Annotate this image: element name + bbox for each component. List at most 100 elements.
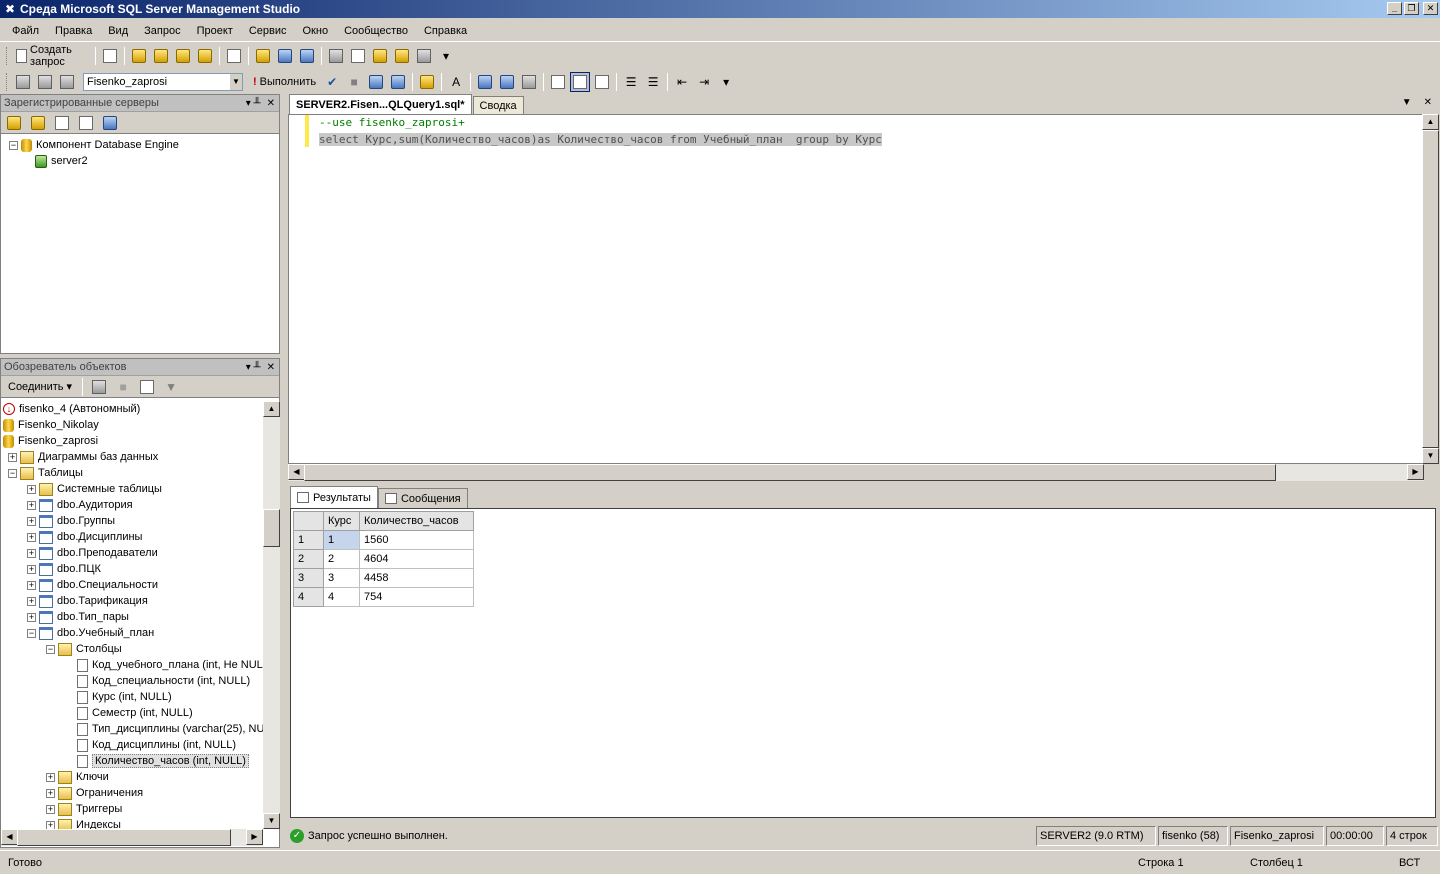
row-number-cell[interactable]: 1 [293, 530, 324, 550]
collapse-icon[interactable]: − [46, 644, 55, 654]
cell-kurs[interactable]: 1 [323, 530, 360, 550]
row-number-cell[interactable]: 4 [293, 587, 324, 607]
open-file-button[interactable] [253, 46, 273, 66]
menu-file[interactable]: Файл [4, 25, 47, 37]
scroll-right-button[interactable]: ▶ [246, 829, 263, 845]
connect-button[interactable] [13, 72, 33, 92]
increase-indent-button[interactable]: ⇥ [694, 72, 714, 92]
tree-node[interactable]: Код_учебного_плана (int, Не NUL [1, 657, 263, 673]
cancel-query-button[interactable]: ■ [344, 72, 364, 92]
select-all-corner[interactable] [293, 511, 324, 531]
menu-query[interactable]: Запрос [136, 25, 188, 37]
collapse-icon[interactable]: − [8, 468, 17, 478]
parse-button[interactable]: ✔ [322, 72, 342, 92]
cell-kurs[interactable]: 3 [323, 568, 360, 588]
query-designer-button[interactable] [388, 72, 408, 92]
scroll-right-button[interactable]: ▶ [1407, 464, 1424, 480]
collapse-icon[interactable]: − [27, 628, 36, 638]
decrease-indent-button[interactable]: ⇤ [672, 72, 692, 92]
save-all-button[interactable] [297, 46, 317, 66]
tree-node[interactable]: Тип_дисциплины (varchar(25), NU [1, 721, 263, 737]
scroll-thumb[interactable] [17, 829, 231, 846]
tree-node[interactable]: Количество_часов (int, NULL) [1, 753, 263, 769]
table-row[interactable]: 3 3 4458 [293, 568, 474, 588]
table-row[interactable]: 2 2 4604 [293, 549, 474, 569]
xmla-query-button[interactable] [195, 46, 215, 66]
db-engine-button[interactable] [4, 113, 24, 133]
template-explorer-button[interactable] [370, 46, 390, 66]
tree-node[interactable]: + dbo.Дисциплины [1, 529, 263, 545]
menu-help[interactable]: Справка [416, 25, 475, 37]
column-header-kurs[interactable]: Курс [323, 511, 360, 531]
refresh-button[interactable] [137, 377, 157, 397]
results-to-text-button[interactable] [548, 72, 568, 92]
expand-icon[interactable]: + [46, 820, 55, 829]
expand-icon[interactable]: + [27, 580, 36, 590]
cell-kurs[interactable]: 4 [323, 587, 360, 607]
object-explorer-button[interactable] [348, 46, 368, 66]
tree-node-server2[interactable]: server2 [9, 153, 279, 169]
tree-node[interactable]: + Индексы [1, 817, 263, 829]
cell-hours[interactable]: 1560 [359, 530, 474, 550]
toolbar-overflow-button[interactable]: ▾ [716, 72, 736, 92]
comment-out-button[interactable]: ☰ [621, 72, 641, 92]
tree-node[interactable]: + dbo.Преподаватели [1, 545, 263, 561]
results-to-grid-button[interactable] [570, 72, 591, 92]
scroll-down-button[interactable]: ▼ [1422, 448, 1439, 464]
analysis-query-button[interactable] [151, 46, 171, 66]
tree-node[interactable]: + dbo.Аудитория [1, 497, 263, 513]
object-explorer-vscroll[interactable]: ▲ ▼ [263, 401, 280, 829]
toolbar-grip[interactable] [6, 73, 9, 91]
cell-kurs[interactable]: 2 [323, 549, 360, 569]
object-explorer-hscroll[interactable]: ◀ ▶ [1, 829, 263, 846]
table-row[interactable]: 4 4 754 [293, 587, 474, 607]
tab-summary[interactable]: Сводка [472, 96, 524, 114]
display-estimated-plan-button[interactable] [366, 72, 386, 92]
sql-mobile-server-button[interactable] [76, 113, 96, 133]
row-number-cell[interactable]: 2 [293, 549, 324, 569]
tree-node[interactable]: + Ограничения [1, 785, 263, 801]
scroll-left-button[interactable]: ◀ [1, 829, 18, 845]
db-engine-query-button[interactable] [129, 46, 149, 66]
expand-icon[interactable]: + [27, 484, 36, 494]
tab-results[interactable]: Результаты [290, 486, 378, 508]
new-query-button[interactable]: Создать запрос [12, 44, 91, 68]
expand-icon[interactable]: + [27, 516, 36, 526]
intellisense-button[interactable]: A [446, 72, 466, 92]
editor-hscroll[interactable]: ◀ ▶ [288, 464, 1424, 481]
tree-node[interactable]: + dbo.Специальности [1, 577, 263, 593]
change-connection-button[interactable] [57, 72, 77, 92]
menu-project[interactable]: Проект [189, 25, 241, 37]
stop-button[interactable]: ■ [113, 377, 133, 397]
registered-servers-button[interactable] [326, 46, 346, 66]
tree-node[interactable]: + dbo.Тарификация [1, 593, 263, 609]
reporting-services-button[interactable] [52, 113, 72, 133]
tree-node[interactable]: + Диаграммы баз данных [1, 449, 263, 465]
tree-node[interactable]: Код_специальности (int, NULL) [1, 673, 263, 689]
tab-list-dropdown-icon[interactable]: ▼ [1402, 97, 1412, 108]
disconnect-button[interactable] [89, 377, 109, 397]
expand-icon[interactable]: + [27, 612, 36, 622]
filter-button[interactable]: ▼ [161, 377, 181, 397]
dmx-query-button[interactable] [173, 46, 193, 66]
tree-node[interactable]: ↓ fisenko_4 (Автономный) [1, 401, 263, 417]
database-select[interactable]: Fisenko_zaprosi ▼ [83, 73, 243, 91]
close-tab-icon[interactable]: ✕ [1424, 97, 1432, 108]
tree-node[interactable]: + dbo.Группы [1, 513, 263, 529]
tree-node[interactable]: Курс (int, NULL) [1, 689, 263, 705]
expand-icon[interactable]: + [8, 452, 17, 462]
analysis-services-button[interactable] [28, 113, 48, 133]
tree-node[interactable]: Семестр (int, NULL) [1, 705, 263, 721]
collapse-icon[interactable]: − [9, 140, 18, 150]
sqlcmd-mode-button[interactable] [519, 72, 539, 92]
save-button[interactable] [275, 46, 295, 66]
disconnect-button[interactable] [35, 72, 55, 92]
table-row[interactable]: 1 1 1560 [293, 530, 474, 550]
close-icon[interactable]: ✕ [267, 362, 275, 373]
tree-node[interactable]: − Таблицы [1, 465, 263, 481]
editor-vscroll[interactable]: ▲ ▼ [1422, 114, 1439, 464]
tree-node[interactable]: − dbo.Учебный_план [1, 625, 263, 641]
menu-tools[interactable]: Сервис [241, 25, 295, 37]
minimize-button[interactable]: _ [1387, 2, 1402, 15]
code-line-2[interactable]: select Курс,sum(Количество_часов)as Коли… [319, 132, 882, 148]
